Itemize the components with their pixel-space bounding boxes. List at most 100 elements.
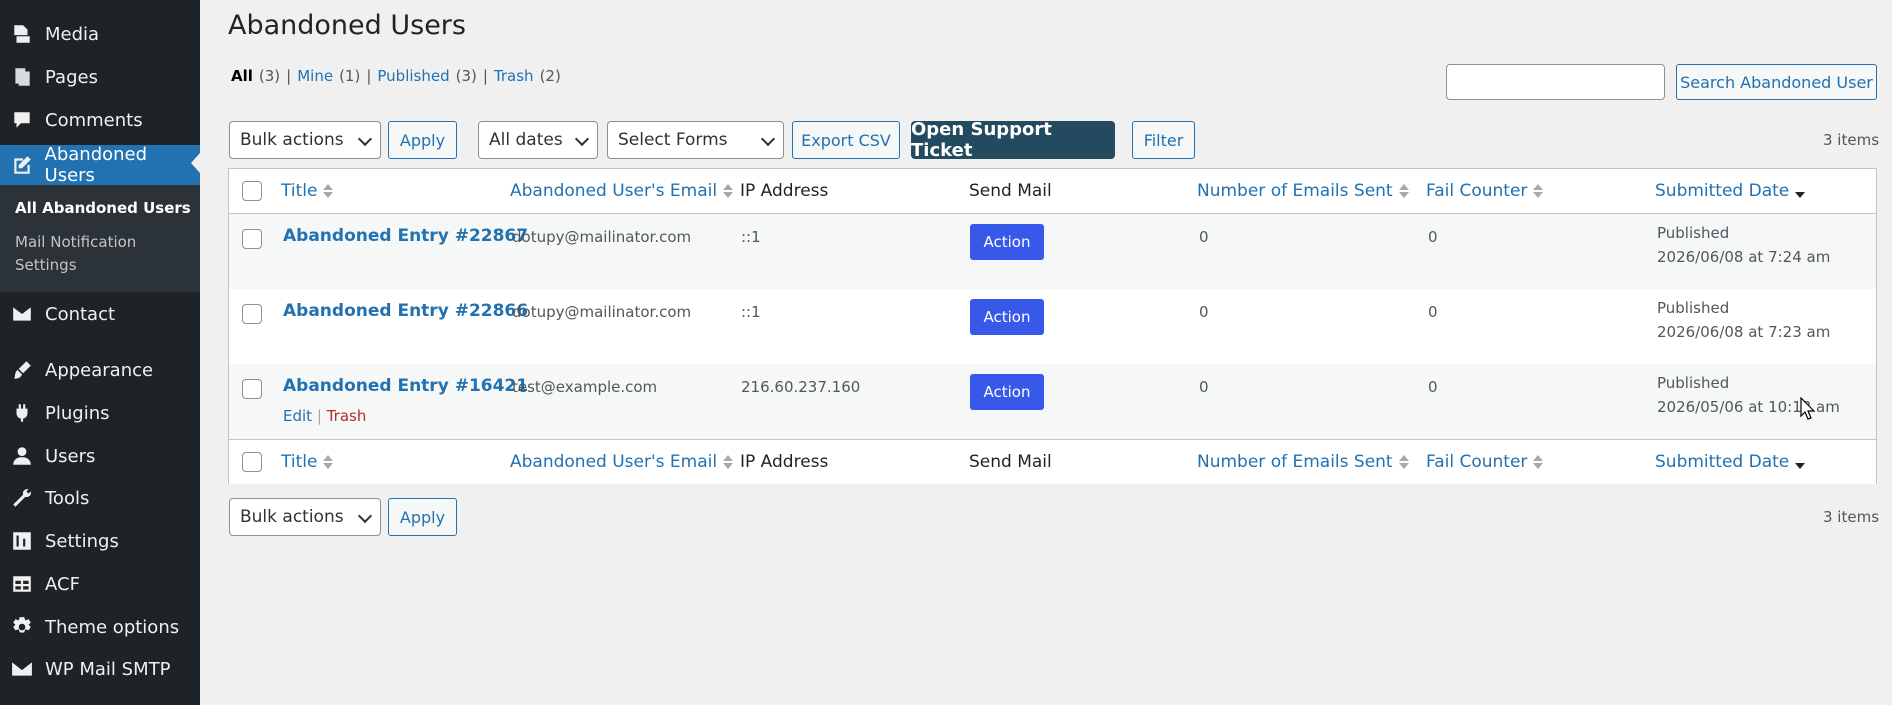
sidebar-item-contact[interactable]: Contact <box>0 296 200 332</box>
emails-sent-cell: 0 <box>1199 303 1209 321</box>
email-cell: dotupy@mailinator.com <box>512 228 692 246</box>
table-footer: Title Abandoned User's Email IP Address … <box>229 439 1876 484</box>
column-submitted-date[interactable]: Submitted Date <box>1655 452 1806 472</box>
table-row: Abandoned Entry #16421 Edit | Trash test… <box>229 364 1876 439</box>
mail-icon <box>10 302 34 326</box>
entry-title-link[interactable]: Abandoned Entry #16421 <box>283 376 528 396</box>
edit-icon <box>10 153 34 177</box>
filter-published[interactable]: Published <box>377 67 449 85</box>
filter-all[interactable]: All <box>231 67 253 85</box>
send-mail-action-button[interactable]: Action <box>970 224 1044 260</box>
apply-button-bottom[interactable]: Apply <box>388 498 457 536</box>
filter-published-count: (3) <box>455 67 477 85</box>
forms-select[interactable]: Select Forms <box>607 121 784 159</box>
filter-button[interactable]: Filter <box>1132 121 1195 159</box>
sidebar-item-comments[interactable]: Comments <box>0 102 200 138</box>
pages-icon <box>10 65 34 89</box>
submenu-mail-notification-settings[interactable]: Settings <box>15 254 77 277</box>
sidebar-item-settings[interactable]: Settings <box>0 523 200 559</box>
media-icon <box>10 22 34 46</box>
column-title[interactable]: Title <box>281 181 334 201</box>
search-input[interactable] <box>1446 64 1665 100</box>
entry-title-link[interactable]: Abandoned Entry #22867 <box>283 226 528 246</box>
select-all-checkbox[interactable] <box>242 452 262 472</box>
status-filters: All (3) | Mine (1) | Published (3) | Tra… <box>231 67 561 85</box>
bulk-actions-select[interactable]: Bulk actions <box>229 121 381 159</box>
admin-sidebar: Media Pages Comments Abandoned Users All… <box>0 0 200 705</box>
ip-cell: 216.60.237.160 <box>741 378 861 396</box>
sidebar-item-media[interactable]: Media <box>0 16 200 52</box>
ip-cell: ::1 <box>741 228 761 246</box>
sort-desc-icon <box>1795 184 1806 198</box>
submenu-mail-notification[interactable]: Mail Notification <box>15 231 136 254</box>
sidebar-item-label: Appearance <box>45 359 154 381</box>
sidebar-item-label: Pages <box>45 66 98 88</box>
sidebar-item-label: Media <box>45 23 100 45</box>
apply-button[interactable]: Apply <box>388 121 457 159</box>
email-cell: test@example.com <box>512 378 658 396</box>
column-fail-counter[interactable]: Fail Counter <box>1426 452 1544 472</box>
separator: | <box>286 67 292 85</box>
sidebar-item-users[interactable]: Users <box>0 438 200 474</box>
items-count-bottom: 3 items <box>1823 508 1880 526</box>
sidebar-item-acf[interactable]: ACF <box>0 566 200 602</box>
column-label: Submitted Date <box>1655 452 1790 472</box>
column-ip-address: IP Address <box>740 181 829 201</box>
wrench-icon <box>10 486 34 510</box>
bulk-actions-select-bottom[interactable]: Bulk actions <box>229 498 381 536</box>
status-cell: Published <box>1657 224 1730 242</box>
sidebar-item-appearance[interactable]: Appearance <box>0 352 200 388</box>
column-title[interactable]: Title <box>281 452 334 472</box>
date-cell: 2026/06/08 at 7:23 am <box>1657 323 1831 341</box>
row-checkbox[interactable] <box>242 379 262 399</box>
column-emails-sent[interactable]: Number of Emails Sent <box>1197 452 1409 472</box>
status-cell: Published <box>1657 374 1730 392</box>
sort-icon <box>1398 184 1409 198</box>
row-checkbox[interactable] <box>242 304 262 324</box>
sidebar-item-label: Settings <box>45 530 119 552</box>
edit-link[interactable]: Edit <box>283 407 312 425</box>
sidebar-item-theme-options[interactable]: Theme options <box>0 609 200 645</box>
select-all-checkbox[interactable] <box>242 181 262 201</box>
filter-all-count: (3) <box>258 67 281 85</box>
column-email[interactable]: Abandoned User's Email <box>510 181 734 201</box>
user-icon <box>10 444 34 468</box>
fail-counter-cell: 0 <box>1428 303 1438 321</box>
open-support-ticket-button[interactable]: Open Support Ticket <box>911 119 1115 161</box>
sidebar-item-label: Contact <box>45 303 116 325</box>
column-submitted-date[interactable]: Submitted Date <box>1655 181 1806 201</box>
separator: | <box>482 67 488 85</box>
sidebar-item-tools[interactable]: Tools <box>0 480 200 516</box>
send-mail-action-button[interactable]: Action <box>970 299 1044 335</box>
column-label: Number of Emails Sent <box>1197 181 1393 201</box>
separator: | <box>316 407 322 425</box>
filter-trash[interactable]: Trash <box>494 67 534 85</box>
entry-title-link[interactable]: Abandoned Entry #22866 <box>283 301 528 321</box>
page-title: Abandoned Users <box>228 10 466 41</box>
send-mail-action-button[interactable]: Action <box>970 374 1044 410</box>
sidebar-item-plugins[interactable]: Plugins <box>0 395 200 431</box>
column-email[interactable]: Abandoned User's Email <box>510 452 734 472</box>
sidebar-item-pages[interactable]: Pages <box>0 59 200 95</box>
column-label: Abandoned User's Email <box>510 181 718 201</box>
sort-icon <box>723 455 734 469</box>
trash-link[interactable]: Trash <box>327 407 367 425</box>
sidebar-item-wp-mail-smtp[interactable]: WP Mail SMTP <box>0 651 200 687</box>
submenu-all-abandoned-users[interactable]: All Abandoned Users <box>15 197 191 220</box>
sidebar-item-abandoned-users[interactable]: Abandoned Users <box>0 144 200 186</box>
search-button[interactable]: Search Abandoned User <box>1676 64 1877 100</box>
fail-counter-cell: 0 <box>1428 378 1438 396</box>
column-fail-counter[interactable]: Fail Counter <box>1426 181 1544 201</box>
dates-select[interactable]: All dates <box>478 121 598 159</box>
main-content: Abandoned Users All (3) | Mine (1) | Pub… <box>200 0 1892 705</box>
column-emails-sent[interactable]: Number of Emails Sent <box>1197 181 1409 201</box>
brush-icon <box>10 358 34 382</box>
column-ip-address: IP Address <box>740 452 829 472</box>
column-label: Title <box>281 181 318 201</box>
items-count: 3 items <box>1823 131 1880 149</box>
gear-icon <box>10 615 34 639</box>
sort-icon <box>323 455 334 469</box>
filter-mine[interactable]: Mine <box>297 67 333 85</box>
export-csv-button[interactable]: Export CSV <box>792 121 900 159</box>
row-checkbox[interactable] <box>242 229 262 249</box>
